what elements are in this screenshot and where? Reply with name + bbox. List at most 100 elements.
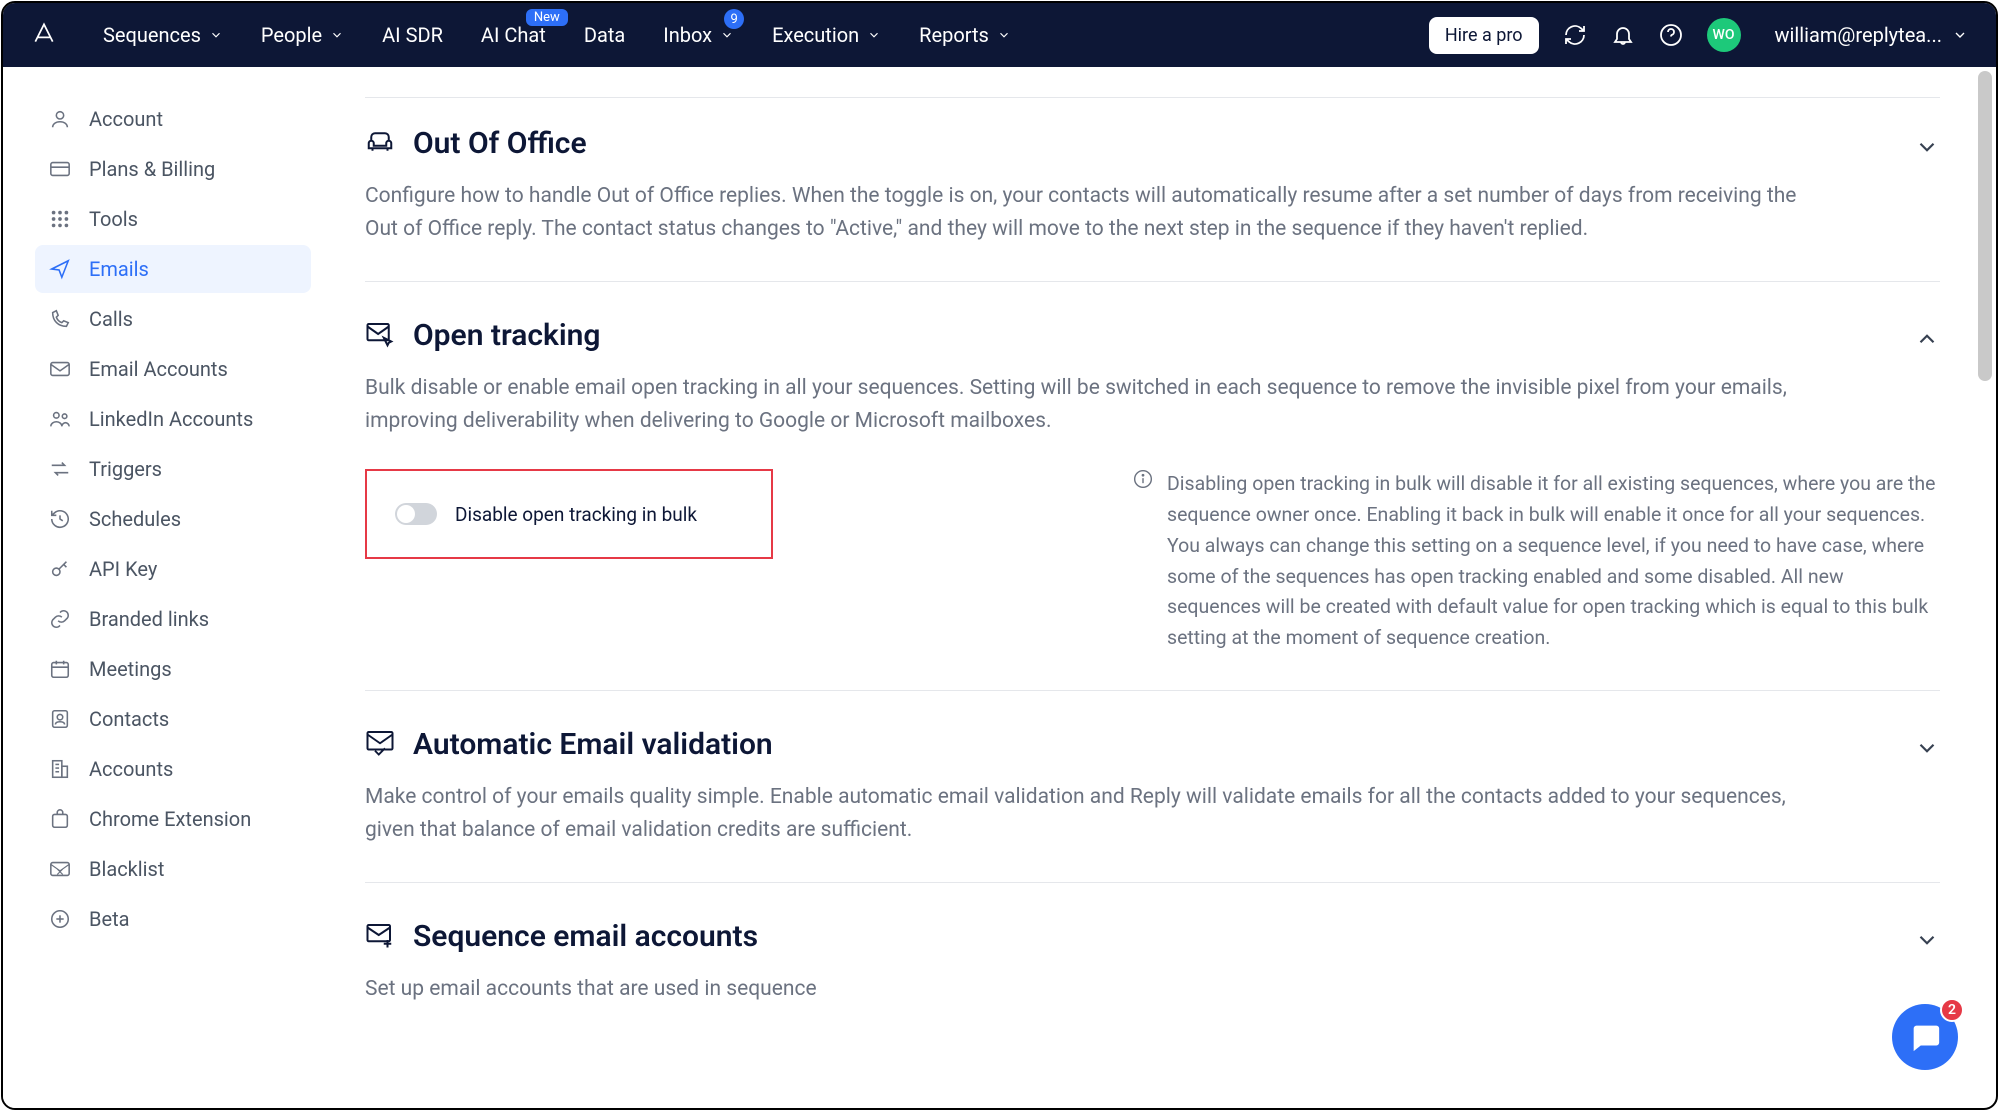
chat-widget-button[interactable]: 2 (1892, 1004, 1958, 1070)
sidebar-item-label: Meetings (89, 657, 172, 681)
user-email: william@replytea... (1775, 23, 1942, 47)
section-description: Bulk disable or enable email open tracki… (365, 372, 1805, 437)
user-icon (49, 108, 71, 130)
phone-icon (49, 308, 71, 330)
card-icon (49, 158, 71, 180)
section-description: Make control of your emails quality simp… (365, 781, 1805, 846)
chevron-up-icon (1914, 326, 1940, 352)
section-description: Configure how to handle Out of Office re… (365, 180, 1805, 245)
key-icon (49, 558, 71, 580)
calendar-icon (49, 658, 71, 680)
chevron-down-icon (1914, 134, 1940, 160)
section-title: Sequence email accounts (413, 919, 758, 954)
section-email-validation: Automatic Email validation Make control … (365, 691, 1940, 883)
people-icon (49, 408, 71, 430)
section-title: Open tracking (413, 318, 601, 353)
sidebar-item-label: Chrome Extension (89, 807, 251, 831)
sidebar-item-label: Email Accounts (89, 357, 228, 381)
send-icon (49, 258, 71, 280)
sidebar-item-linkedin[interactable]: LinkedIn Accounts (35, 395, 311, 443)
nav-label: Inbox (663, 23, 712, 47)
sidebar-item-label: Calls (89, 307, 133, 331)
chat-badge: 2 (1940, 998, 1964, 1022)
couch-icon (365, 127, 395, 161)
nav-execution[interactable]: Execution (756, 3, 897, 67)
nav-ai-sdr[interactable]: AI SDR (366, 3, 459, 67)
envelope-icon (49, 358, 71, 380)
link-icon (49, 608, 71, 630)
section-description: Set up email accounts that are used in s… (365, 973, 1805, 1006)
building-icon (49, 758, 71, 780)
contact-icon (49, 708, 71, 730)
sidebar-item-schedules[interactable]: Schedules (35, 495, 311, 543)
nav-label: People (261, 23, 322, 47)
mail-cursor-icon (365, 319, 395, 353)
sidebar-item-api-key[interactable]: API Key (35, 545, 311, 593)
badge-count: 9 (724, 9, 744, 29)
sidebar-item-emails[interactable]: Emails (35, 245, 311, 293)
mail-x-icon (49, 858, 71, 880)
collapse-toggle[interactable] (1914, 318, 1940, 356)
settings-sidebar: Account Plans & Billing Tools Emails Cal… (3, 67, 343, 1108)
sidebar-item-calls[interactable]: Calls (35, 295, 311, 343)
nav-inbox[interactable]: Inbox 9 (647, 3, 750, 67)
sidebar-item-triggers[interactable]: Triggers (35, 445, 311, 493)
disable-open-tracking-toggle[interactable] (395, 503, 437, 525)
bag-icon (49, 808, 71, 830)
scrollbar[interactable] (1976, 69, 1994, 1106)
sidebar-item-beta[interactable]: Beta (35, 895, 311, 943)
sidebar-item-label: Blacklist (89, 857, 164, 881)
plus-circle-icon (49, 908, 71, 930)
sidebar-item-label: Beta (89, 907, 130, 931)
history-icon (49, 508, 71, 530)
chevron-down-icon (720, 28, 734, 42)
grid-icon (49, 208, 71, 230)
info-note: Disabling open tracking in bulk will dis… (1133, 469, 1940, 654)
sidebar-item-tools[interactable]: Tools (35, 195, 311, 243)
sidebar-item-label: Schedules (89, 507, 181, 531)
bell-icon[interactable] (1611, 23, 1635, 47)
sidebar-item-branded-links[interactable]: Branded links (35, 595, 311, 643)
section-sequence-email-accounts: Sequence email accounts Set up email acc… (365, 883, 1940, 1042)
sidebar-item-accounts[interactable]: Accounts (35, 745, 311, 793)
sidebar-item-chrome-ext[interactable]: Chrome Extension (35, 795, 311, 843)
chevron-down-icon (867, 28, 881, 42)
mail-check-icon (365, 727, 395, 761)
chevron-down-icon (997, 28, 1011, 42)
sidebar-item-label: Account (89, 107, 163, 131)
refresh-icon[interactable] (1563, 23, 1587, 47)
chevron-down-icon (1914, 735, 1940, 761)
nav-label: Sequences (103, 23, 201, 47)
nav-sequences[interactable]: Sequences (87, 3, 239, 67)
avatar[interactable]: WO (1707, 18, 1741, 52)
nav-label: AI SDR (382, 23, 443, 47)
expand-toggle[interactable] (1914, 727, 1940, 765)
chevron-down-icon (1914, 927, 1940, 953)
nav-label: Data (584, 23, 625, 47)
sidebar-item-contacts[interactable]: Contacts (35, 695, 311, 743)
nav-data[interactable]: Data (568, 3, 641, 67)
chevron-down-icon (1952, 27, 1968, 43)
scrollbar-thumb[interactable] (1978, 71, 1992, 381)
user-menu[interactable]: william@replytea... (1775, 23, 1968, 47)
expand-toggle[interactable] (1914, 126, 1940, 164)
sidebar-item-label: Emails (89, 257, 149, 281)
sidebar-item-label: Accounts (89, 757, 173, 781)
sidebar-item-email-accounts[interactable]: Email Accounts (35, 345, 311, 393)
nav-people[interactable]: People (245, 3, 360, 67)
expand-toggle[interactable] (1914, 919, 1940, 957)
sidebar-item-label: Plans & Billing (89, 157, 215, 181)
hire-a-pro-button[interactable]: Hire a pro (1429, 17, 1539, 54)
sidebar-item-label: Branded links (89, 607, 209, 631)
sidebar-item-meetings[interactable]: Meetings (35, 645, 311, 693)
badge-new: New (526, 9, 568, 26)
app-logo-icon[interactable] (31, 20, 57, 50)
nav-reports[interactable]: Reports (903, 3, 1027, 67)
sidebar-item-blacklist[interactable]: Blacklist (35, 845, 311, 893)
sidebar-item-account[interactable]: Account (35, 95, 311, 143)
help-icon[interactable] (1659, 23, 1683, 47)
nav-label: AI Chat (481, 23, 546, 47)
chevron-down-icon (209, 28, 223, 42)
sidebar-item-plans[interactable]: Plans & Billing (35, 145, 311, 193)
nav-ai-chat[interactable]: AI Chat New (465, 3, 562, 67)
